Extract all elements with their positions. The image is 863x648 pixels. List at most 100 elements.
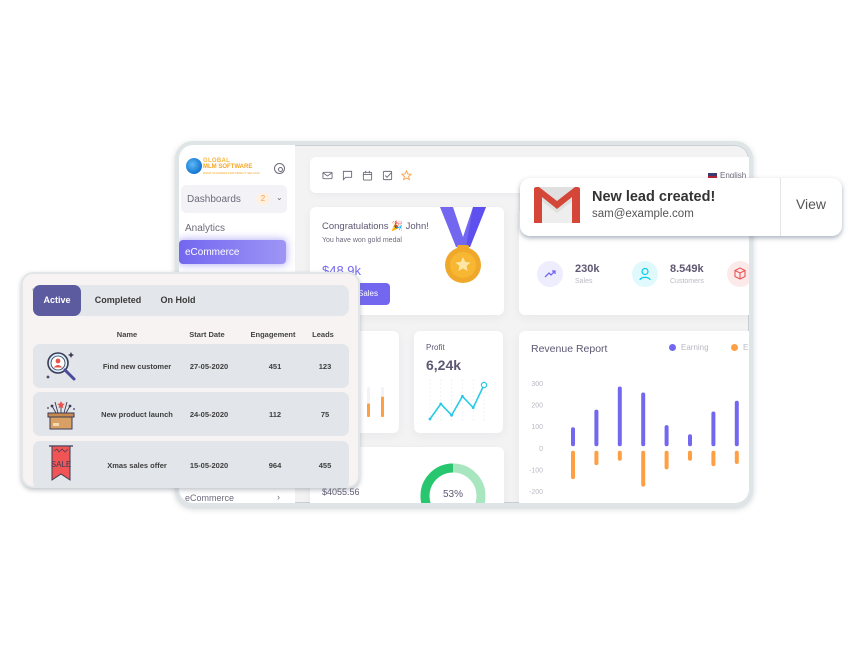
sidebar-item-dashboards[interactable]: Dashboards 2 ⌄	[181, 185, 287, 213]
earning-bar	[571, 427, 575, 447]
column-header-leads[interactable]: Leads	[305, 330, 341, 339]
expense-bar	[664, 450, 669, 470]
gmail-icon	[534, 187, 580, 223]
orders-bar	[381, 396, 384, 417]
earning-bar	[688, 434, 692, 447]
expense-bar	[641, 450, 646, 487]
box-icon	[727, 261, 749, 287]
profit-line	[429, 384, 485, 420]
revenue-bar-chart: 300 200 100 0 -100 -200 Jan Feb Mar Apr May Jun Jul A…	[529, 381, 744, 507]
expense-bar	[688, 450, 692, 461]
profit-point	[461, 394, 464, 398]
view-button[interactable]: View	[780, 178, 842, 236]
chat-icon[interactable]	[342, 170, 353, 181]
x-tick-label: Aug	[731, 503, 744, 507]
star-icon[interactable]	[401, 170, 412, 181]
sale-banner-icon: SALE	[49, 445, 73, 481]
sidebar-toggle-icon[interactable]	[274, 163, 285, 174]
earnings-amount: $4055.56	[322, 487, 360, 497]
product-box-icon	[47, 401, 75, 430]
y-tick-label: 0	[539, 446, 543, 453]
profit-card: Profit 6,24k	[414, 331, 503, 433]
table-row[interactable]: SALE Xmas sales offer 15-05-2020 964 455	[33, 441, 349, 486]
search-user-icon	[46, 352, 76, 381]
sidebar-item-analytics[interactable]: Analytics	[185, 223, 225, 234]
tab-on-hold[interactable]: On Hold	[155, 285, 201, 316]
checkbox-icon[interactable]	[382, 170, 393, 181]
chevron-down-icon: ⌄	[276, 193, 283, 202]
y-tick-label: 300	[531, 381, 543, 388]
sale-text: SALE	[51, 460, 71, 469]
campaign-name: New product launch	[101, 410, 173, 419]
column-header-name[interactable]: Name	[101, 330, 153, 339]
earning-bar	[664, 425, 669, 447]
profit-chart	[428, 379, 488, 423]
profit-point	[439, 402, 443, 406]
dashboards-count-badge: 2	[256, 193, 270, 205]
earning-bar	[594, 409, 599, 447]
table-row[interactable]: New product launch 24-05-2020 112 75	[33, 392, 349, 436]
brand-tagline: WHAT CHANGES FOR DIRECT SELLING	[203, 171, 260, 175]
tab-active[interactable]: Active	[33, 285, 81, 316]
profit-point	[428, 417, 432, 421]
sidebar-item-label: Dashboards	[187, 194, 241, 205]
campaign-engagement: 112	[268, 410, 282, 419]
x-tick-label: Feb	[590, 503, 602, 507]
brand-name-line2: MLM SOFTWARE	[203, 164, 253, 170]
expense-bar	[617, 450, 622, 461]
new-lead-notification[interactable]: New lead created! sam@example.com View	[520, 178, 842, 236]
stat-value: 230k	[575, 263, 600, 275]
x-tick-label: May	[660, 503, 674, 507]
y-tick-label: -200	[529, 489, 543, 496]
stat-label: Customers	[670, 278, 704, 285]
globe-icon	[186, 158, 202, 174]
campaign-name: Find new customer	[102, 362, 172, 371]
chevron-right-icon: ›	[277, 492, 280, 502]
gold-medal-icon	[440, 207, 486, 283]
sidebar-item-label: eCommerce	[185, 247, 240, 258]
congratulations-title: Congratulations 🎉 John!	[322, 221, 429, 232]
campaigns-panel: Active Completed On Hold Name Start Date…	[21, 272, 360, 488]
notification-email: sam@example.com	[592, 208, 694, 220]
calendar-icon[interactable]	[362, 170, 373, 181]
campaign-start-date: 27-05-2020	[189, 362, 229, 371]
donut-label: App	[448, 503, 459, 507]
mail-icon[interactable]	[322, 170, 333, 181]
trending-up-icon	[537, 261, 563, 287]
column-header-engagement[interactable]: Engagement	[245, 330, 301, 339]
tab-completed[interactable]: Completed	[87, 285, 149, 316]
earning-bar	[734, 400, 739, 447]
y-tick-label: 200	[531, 403, 543, 410]
earnings-donut-chart: 53% App	[420, 463, 486, 507]
revenue-report-card: Revenue Report Earning Expense 300200100…	[519, 331, 749, 507]
table-row[interactable]: Find new customer 27-05-2020 451 123	[33, 344, 349, 388]
profit-point	[471, 406, 475, 410]
profit-title: Profit	[426, 343, 445, 352]
earning-bar	[617, 386, 622, 447]
profit-value: 6,24k	[426, 357, 462, 373]
expense-bar	[594, 450, 599, 466]
stat-value: 8.549k	[670, 263, 704, 275]
donut-percent: 53%	[443, 489, 463, 500]
y-tick-label: 100	[531, 424, 543, 431]
orders-bar	[367, 403, 370, 417]
campaign-tabs: Active Completed On Hold	[33, 285, 349, 316]
profit-point	[480, 381, 488, 389]
x-tick-label: Apr	[638, 503, 650, 507]
expense-bar	[734, 450, 739, 464]
column-header-start-date[interactable]: Start Date	[181, 330, 233, 339]
sidebar-item-ecommerce[interactable]: eCommerce	[179, 240, 286, 264]
campaign-leads: 75	[320, 410, 330, 419]
stat-label: Sales	[575, 278, 593, 285]
sidebar-item-ecommerce-section[interactable]: eCommerce	[185, 493, 234, 503]
x-tick-label: Jan	[567, 503, 578, 507]
y-tick-label: -100	[529, 467, 543, 474]
campaign-name: Xmas sales offer	[107, 461, 167, 470]
x-tick-label: Mar	[614, 503, 627, 507]
earning-bar	[711, 411, 716, 447]
brand-logo[interactable]: GLOBAL MLM SOFTWARE WHAT CHANGES FOR DIR…	[186, 157, 266, 177]
profit-point	[450, 413, 453, 417]
expense-bar	[571, 450, 575, 480]
expense-bar	[711, 450, 716, 467]
campaign-engagement: 964	[268, 461, 282, 470]
